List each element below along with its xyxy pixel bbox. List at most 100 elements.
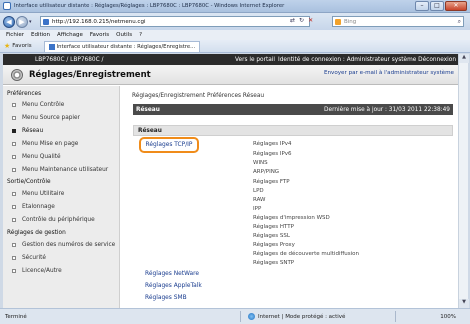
sidebar-item-gestion-numeros-service[interactable]: Gestion des numéros de service bbox=[12, 242, 115, 248]
maximize-button[interactable]: □ bbox=[430, 1, 444, 11]
ie-icon bbox=[3, 2, 11, 10]
content-header-bar: Réseau Dernière mise à jour : 31/03 2011… bbox=[133, 104, 453, 115]
tcpip-settings-link[interactable]: Réglages TCP/IP bbox=[139, 137, 199, 153]
netware-settings-link[interactable]: Réglages NetWare bbox=[145, 271, 199, 277]
menu-favoris[interactable]: Favoris bbox=[90, 32, 109, 38]
last-update: Dernière mise à jour : 31/03 2011 22:38:… bbox=[324, 106, 450, 113]
smb-settings-link[interactable]: Réglages SMB bbox=[145, 295, 187, 301]
favorites-button[interactable]: ★ Favoris bbox=[4, 42, 32, 50]
sidebar-item-controle-peripherique[interactable]: Contrôle du périphérique bbox=[12, 217, 95, 223]
appletalk-settings-link[interactable]: Réglages AppleTalk bbox=[145, 283, 202, 289]
sidebar-item-menu-source-papier[interactable]: Menu Source papier bbox=[12, 115, 80, 121]
sidebar-item-menu-maintenance[interactable]: Menu Maintenance utilisateur bbox=[12, 167, 108, 173]
globe-icon bbox=[248, 313, 255, 320]
bullet-icon bbox=[12, 168, 16, 172]
subitem-sntp: Réglages SNTP bbox=[253, 260, 295, 266]
bullet-icon bbox=[12, 205, 16, 209]
bullet-icon bbox=[12, 129, 16, 133]
bullet-icon bbox=[12, 218, 16, 222]
page-viewport: LBP7680C / LBP7680C / Vers le portail Id… bbox=[3, 54, 458, 308]
product-header: LBP7680C / LBP7680C / Vers le portail Id… bbox=[3, 54, 458, 65]
bullet-icon bbox=[12, 243, 16, 247]
refresh-icon[interactable]: ↻ bbox=[299, 17, 304, 24]
menu-fichier[interactable]: Fichier bbox=[6, 32, 24, 38]
scroll-up-icon[interactable]: ▲ bbox=[459, 54, 469, 63]
zoom-level[interactable]: 100% bbox=[440, 314, 456, 320]
vertical-scrollbar[interactable]: ▲ ▼ bbox=[458, 54, 469, 308]
tab-current[interactable]: Interface utilisateur distante : Réglage… bbox=[43, 40, 201, 52]
security-zone[interactable]: Internet | Mode protégé : activé bbox=[248, 313, 345, 320]
address-bar[interactable]: http://192.168.0.215/netmenu.cgi bbox=[40, 16, 310, 27]
subitem-ipv6: Réglages IPv6 bbox=[253, 151, 292, 157]
status-bar: Terminé Internet | Mode protégé : activé… bbox=[0, 308, 470, 324]
menu-outils[interactable]: Outils bbox=[116, 32, 132, 38]
address-url: http://192.168.0.215/netmenu.cgi bbox=[52, 18, 146, 25]
back-button[interactable]: ◀ bbox=[3, 15, 15, 28]
subitem-ipp: IPP bbox=[253, 206, 262, 212]
sidebar-item-menu-utilitaire[interactable]: Menu Utilitaire bbox=[12, 191, 64, 197]
email-admin-link[interactable]: Envoyer par e-mail à l'administrateur sy… bbox=[324, 70, 454, 76]
bing-icon bbox=[335, 18, 341, 25]
window-controls: – □ ✕ bbox=[415, 1, 467, 11]
bullet-icon bbox=[12, 192, 16, 196]
navigation-bar: ◀ ▶ ▾ http://192.168.0.215/netmenu.cgi ⇄… bbox=[0, 13, 470, 30]
breadcrumb: Réglages/Enregistrement Préférences Rése… bbox=[132, 93, 265, 99]
subitem-wsd: Réglages d'impression WSD bbox=[253, 215, 330, 221]
security-zone-label: Internet | Mode protégé : activé bbox=[258, 313, 346, 320]
settings-logo-icon bbox=[11, 69, 23, 81]
content-header-title: Réseau bbox=[136, 106, 160, 113]
subitem-multicast-discovery: Réglages de découverte multidiffusion bbox=[253, 251, 359, 257]
sidebar-item-etalonnage[interactable]: Etalonnage bbox=[12, 204, 55, 210]
page-title: Réglages/Enregistrement bbox=[29, 70, 151, 80]
window-title: Interface utilisateur distante : Réglage… bbox=[14, 3, 285, 9]
sidebar-item-licence-autre[interactable]: Licence/Autre bbox=[12, 268, 62, 274]
menu-bar: Fichier Edition Affichage Favoris Outils… bbox=[0, 30, 470, 40]
menu-affichage[interactable]: Affichage bbox=[57, 32, 83, 38]
history-dropdown-icon[interactable]: ▾ bbox=[29, 19, 32, 25]
subitem-proxy: Réglages Proxy bbox=[253, 242, 295, 248]
tab-page-icon bbox=[48, 43, 55, 50]
section-title: Réseau bbox=[138, 127, 162, 134]
portal-link[interactable]: Vers le portail bbox=[235, 57, 275, 63]
stop-icon[interactable]: ✕ bbox=[308, 17, 313, 24]
search-box[interactable]: Bing ⌕ bbox=[332, 16, 464, 27]
bullet-icon bbox=[12, 103, 16, 107]
close-button[interactable]: ✕ bbox=[445, 1, 467, 11]
menu-edition[interactable]: Edition bbox=[31, 32, 50, 38]
bullet-icon bbox=[12, 116, 16, 120]
search-placeholder: Bing bbox=[344, 18, 357, 25]
page-icon bbox=[43, 18, 49, 25]
sidebar-item-securite[interactable]: Sécurité bbox=[12, 255, 46, 261]
subitem-lpd: LPD bbox=[253, 188, 264, 194]
status-divider bbox=[240, 311, 241, 322]
subitem-http: Réglages HTTP bbox=[253, 224, 294, 230]
search-icon[interactable]: ⌕ bbox=[458, 18, 461, 26]
scroll-down-icon[interactable]: ▼ bbox=[459, 299, 469, 308]
sidebar-section-sortie-controle: Sortie/Contrôle bbox=[7, 179, 51, 185]
identity-info[interactable]: Identité de connexion : Administrateur s… bbox=[278, 57, 456, 63]
bullet-icon bbox=[12, 142, 16, 146]
sidebar-item-menu-mise-en-page[interactable]: Menu Mise en page bbox=[12, 141, 78, 147]
sidebar-item-reseau[interactable]: Réseau bbox=[12, 128, 43, 134]
address-tools: ⇄ ↻ ✕ bbox=[290, 17, 313, 24]
star-icon: ★ bbox=[4, 42, 11, 50]
subitem-raw: RAW bbox=[253, 197, 266, 203]
sidebar-section-preferences: Préférences bbox=[7, 91, 42, 97]
window-title-bar: Interface utilisateur distante : Réglage… bbox=[0, 0, 470, 13]
menu-help[interactable]: ? bbox=[139, 32, 142, 38]
section-title-bar: Réseau bbox=[133, 125, 453, 136]
subitem-wins: WINS bbox=[253, 160, 268, 166]
bullet-icon bbox=[12, 155, 16, 159]
minimize-button[interactable]: – bbox=[415, 1, 429, 11]
subitem-ssl: Réglages SSL bbox=[253, 233, 290, 239]
subitem-arp-ping: ARP/PING bbox=[253, 169, 280, 175]
sidebar-section-reglages-gestion: Réglages de gestion bbox=[7, 230, 66, 236]
sidebar-item-menu-controle[interactable]: Menu Contrôle bbox=[12, 102, 64, 108]
sidebar-item-menu-qualite[interactable]: Menu Qualité bbox=[12, 154, 61, 160]
subitem-ftp: Réglages FTP bbox=[253, 179, 290, 185]
status-text: Terminé bbox=[5, 313, 27, 320]
compatibility-icon[interactable]: ⇄ bbox=[290, 17, 295, 24]
forward-button[interactable]: ▶ bbox=[16, 15, 28, 28]
bullet-icon bbox=[12, 269, 16, 273]
status-divider bbox=[395, 311, 396, 322]
